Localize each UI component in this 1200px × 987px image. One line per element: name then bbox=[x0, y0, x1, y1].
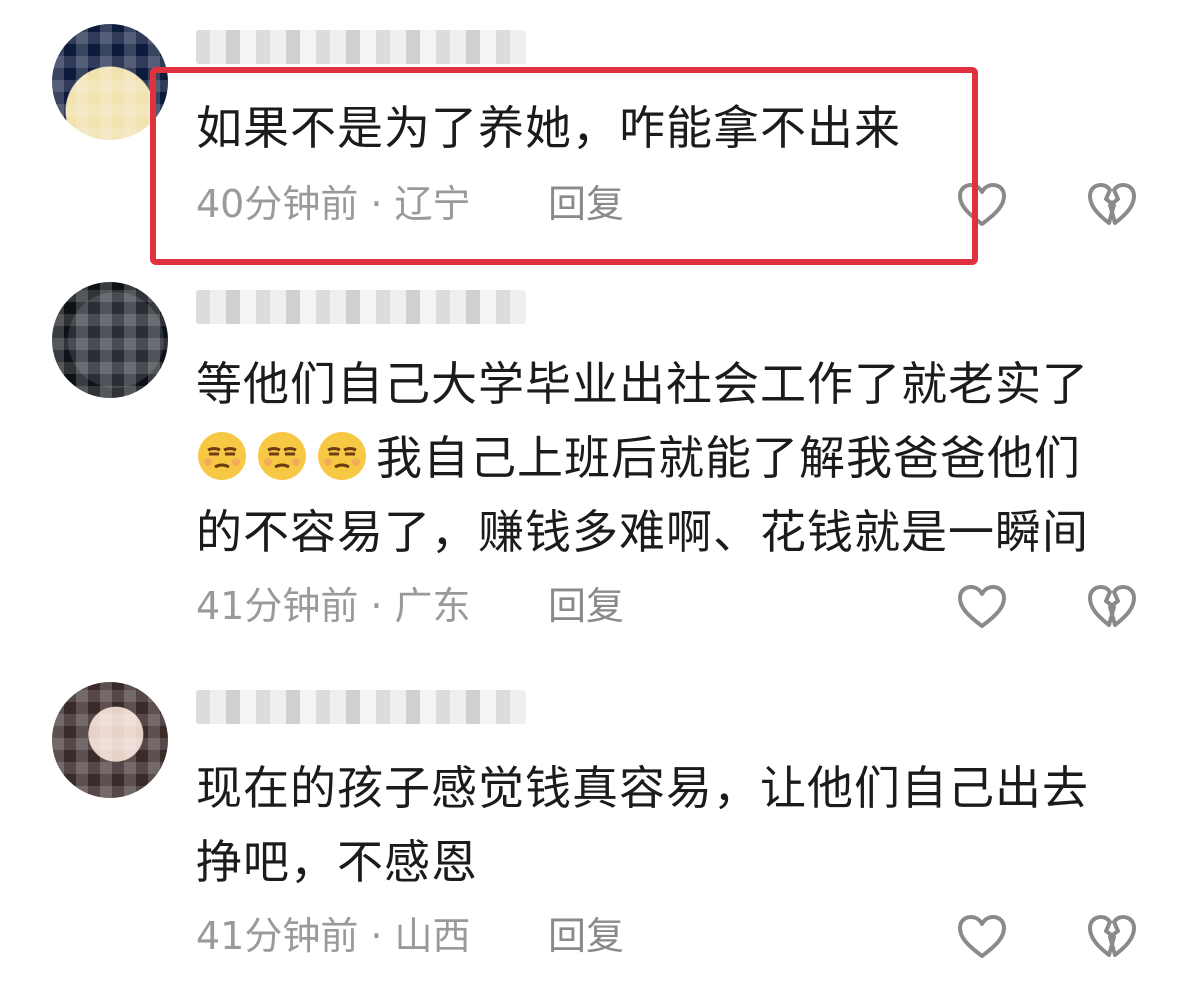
highlight-box bbox=[150, 67, 978, 265]
avatar-mosaic bbox=[52, 282, 168, 398]
meta-separator: · bbox=[370, 584, 383, 628]
comment-text: 现在的孩子感觉钱真容易，让他们自己出去 挣吧，不感恩 bbox=[196, 756, 1156, 894]
broken-heart-icon[interactable] bbox=[1087, 914, 1137, 960]
comment-text-line: 的不容易了，赚钱多难啊、花钱就是一瞬间 bbox=[196, 505, 1089, 559]
smirk-emoji bbox=[258, 432, 306, 480]
comment-text-line: 我自己上班后就能了解我爸爸他们 bbox=[196, 426, 1156, 490]
comment-meta: 41分钟前 · 山西 bbox=[196, 912, 470, 960]
meta-separator: · bbox=[370, 914, 383, 958]
comment-location: 山西 bbox=[394, 914, 471, 958]
username-blurred[interactable] bbox=[196, 290, 526, 324]
username-blurred[interactable] bbox=[196, 30, 526, 64]
smirk-emoji bbox=[198, 432, 246, 480]
broken-heart-icon[interactable] bbox=[1087, 584, 1137, 630]
broken-heart-icon[interactable] bbox=[1087, 182, 1137, 228]
comment-text: 等他们自己大学毕业出社会工作了就老实了 我自己上班后就能了解我爸爸他们 的不容易… bbox=[196, 352, 1156, 564]
heart-outline-icon[interactable] bbox=[957, 914, 1007, 960]
comment-text-segment: 我自己上班后就能了解我爸爸他们 bbox=[376, 431, 1081, 485]
comment-time: 41分钟前 bbox=[196, 914, 359, 958]
comment-location: 广东 bbox=[394, 584, 471, 628]
username-blurred[interactable] bbox=[196, 690, 526, 724]
comment-text-line: 现在的孩子感觉钱真容易，让他们自己出去 bbox=[196, 761, 1089, 815]
comment-meta: 41分钟前 · 广东 bbox=[196, 582, 470, 630]
heart-outline-icon[interactable] bbox=[957, 584, 1007, 630]
reply-button[interactable]: 回复 bbox=[548, 912, 624, 960]
comment-text-line: 等他们自己大学毕业出社会工作了就老实了 bbox=[196, 357, 1089, 411]
reply-button[interactable]: 回复 bbox=[548, 582, 624, 630]
smirk-emoji bbox=[318, 432, 366, 480]
avatar[interactable] bbox=[52, 682, 168, 798]
comment-text-line: 挣吧，不感恩 bbox=[196, 835, 478, 889]
avatar[interactable] bbox=[52, 282, 168, 398]
comment-time: 41分钟前 bbox=[196, 584, 359, 628]
avatar-mosaic bbox=[52, 682, 168, 798]
